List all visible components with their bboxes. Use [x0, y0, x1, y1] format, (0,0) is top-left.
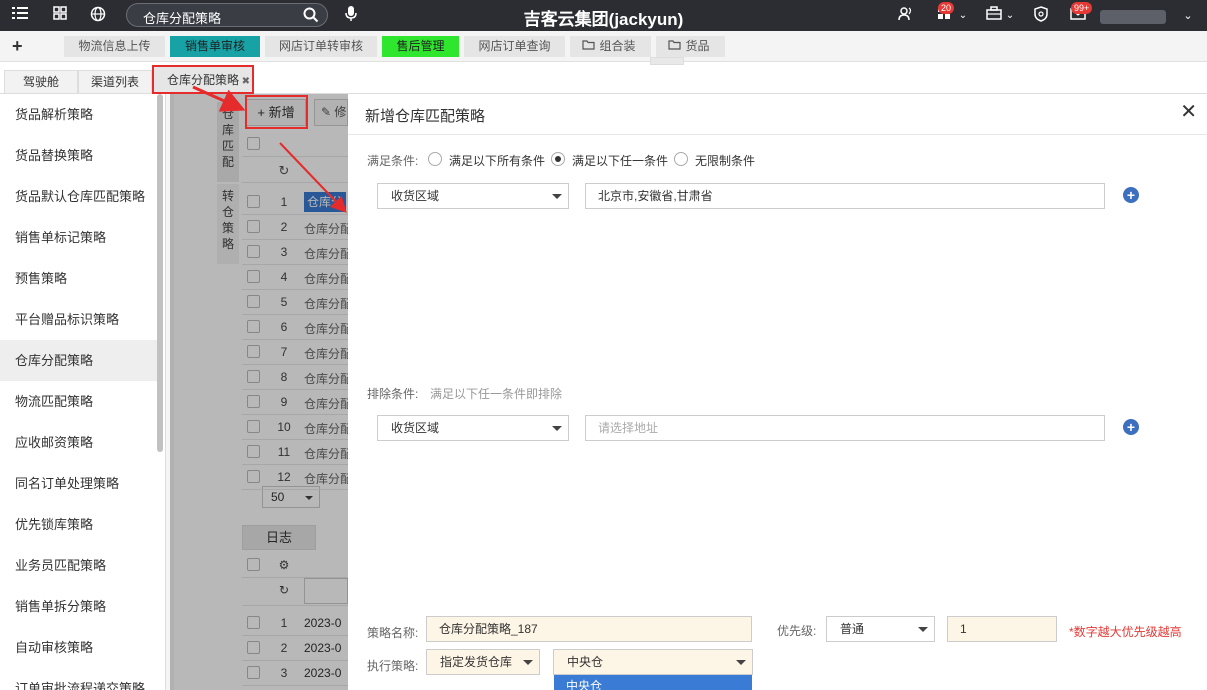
quick-tabs-bar: + 物流信息上传 销售单审核 网店订单转审核 售后管理 网店订单查询 组合装 货…	[0, 31, 1207, 62]
strategy-name-input[interactable]: 仓库分配策略_187	[426, 616, 752, 642]
collapse-quickbar-button[interactable]	[650, 57, 684, 65]
modal-backdrop	[170, 94, 348, 690]
exclude-address-input[interactable]: 请选择地址	[585, 415, 1105, 441]
users-icon[interactable]	[896, 6, 916, 26]
exclude-condition-label: 排除条件:	[367, 387, 419, 401]
priority-number-input[interactable]: 1	[947, 616, 1057, 642]
radio-no-condition-label: 无限制条件	[695, 154, 756, 168]
page-tab-warehouse-strategy[interactable]: 仓库分配策略 ✖	[152, 65, 254, 94]
sidebar-item[interactable]: 销售单拆分策略	[0, 586, 157, 627]
priority-hint: *数字越大优先级越高	[1069, 625, 1182, 639]
quick-tab-goods[interactable]: 货品	[656, 36, 725, 57]
sidebar-item[interactable]: 货品默认仓库匹配策略	[0, 176, 157, 217]
sidebar: 货品解析策略 货品替换策略 货品默认仓库匹配策略 销售单标记策略 预售策略 平台赠品标识策…	[0, 94, 166, 690]
caret-down-icon	[523, 660, 533, 665]
new-button-highlight	[245, 95, 308, 129]
radio-no-condition[interactable]	[674, 152, 688, 166]
priority-value: 普通	[840, 622, 865, 636]
quick-tab-combo[interactable]: 组合装	[570, 36, 651, 57]
quick-tab-online-order-review[interactable]: 网店订单转审核	[265, 36, 377, 57]
sidebar-item[interactable]: 平台赠品标识策略	[0, 299, 157, 340]
page-tab-channel-list[interactable]: 渠道列表	[78, 70, 152, 94]
caret-down-icon	[552, 426, 562, 431]
radio-any-condition[interactable]	[551, 152, 565, 166]
quick-tab-online-order-query[interactable]: 网店订单查询	[464, 36, 565, 57]
execute-strategy-value: 指定发货仓库	[440, 655, 513, 669]
warehouse-dropdown-option[interactable]: 中央仓	[554, 675, 752, 690]
priority-label: 优先级:	[777, 624, 817, 638]
satisfy-condition-label: 满足条件:	[367, 154, 419, 168]
radio-all-conditions[interactable]	[428, 152, 442, 166]
folder-icon	[668, 36, 681, 57]
condition-field-value: 收货区域	[391, 189, 440, 203]
strategy-name-label: 策略名称:	[367, 626, 419, 640]
close-tab-icon[interactable]: ✖	[242, 68, 250, 95]
exclude-field-select[interactable]: 收货区域	[377, 415, 569, 441]
radio-any-condition-label: 满足以下任一条件	[572, 154, 669, 168]
add-condition-icon[interactable]: +	[1123, 187, 1139, 203]
sidebar-item[interactable]: 货品替换策略	[0, 135, 157, 176]
quick-tab-logistics-upload[interactable]: 物流信息上传	[64, 36, 165, 57]
microphone-icon[interactable]	[341, 6, 361, 26]
quick-tab-goods-label: 货品	[685, 39, 710, 53]
search-icon[interactable]	[303, 7, 319, 23]
chevron-down-icon[interactable]: ⌄	[1178, 6, 1198, 26]
globe-icon[interactable]	[88, 6, 108, 26]
warehouse-select[interactable]: 中央仓	[553, 649, 753, 675]
condition-value-input[interactable]: 北京市,安徽省,甘肃省	[585, 183, 1105, 209]
close-icon[interactable]: ✕	[1180, 102, 1197, 122]
menu-icon[interactable]	[10, 6, 30, 26]
sidebar-item[interactable]: 同名订单处理策略	[0, 463, 157, 504]
radio-all-conditions-label: 满足以下所有条件	[449, 154, 546, 168]
chevron-down-icon[interactable]: ⌄	[1000, 6, 1020, 26]
sidebar-item[interactable]: 物流匹配策略	[0, 381, 157, 422]
warehouse-value: 中央仓	[567, 655, 604, 669]
priority-select[interactable]: 普通	[826, 616, 935, 642]
dialog-title: 新增仓库匹配策略	[365, 108, 486, 125]
sidebar-item[interactable]: 货品解析策略	[0, 94, 157, 135]
tasks-badge: 20	[938, 2, 955, 14]
page-tab-label: 仓库分配策略	[166, 73, 239, 87]
apps-icon[interactable]	[50, 6, 70, 26]
user-avatar[interactable]	[1100, 10, 1166, 24]
sidebar-item[interactable]: 自动审核策略	[0, 627, 157, 668]
messages-badge: 99+	[1071, 2, 1093, 14]
search-input[interactable]: 仓库分配策略	[126, 3, 328, 27]
new-strategy-dialog: 新增仓库匹配策略 ✕ 满足条件: 满足以下所有条件 满足以下任一条件 无限制条件…	[348, 94, 1207, 690]
caret-down-icon	[736, 660, 746, 665]
chevron-down-icon[interactable]: ⌄	[953, 6, 973, 26]
sidebar-item[interactable]: 预售策略	[0, 258, 157, 299]
folder-icon	[582, 36, 595, 57]
sidebar-scrollbar[interactable]	[157, 94, 163, 452]
quick-tab-combo-label: 组合装	[599, 39, 636, 53]
condition-field-select[interactable]: 收货区域	[377, 183, 569, 209]
add-tab-button[interactable]: +	[12, 36, 23, 57]
search-text: 仓库分配策略	[143, 11, 222, 26]
page-tab-cockpit[interactable]: 驾驶舱	[4, 70, 78, 94]
exclude-field-value: 收货区域	[391, 421, 440, 435]
execute-strategy-select[interactable]: 指定发货仓库	[426, 649, 540, 675]
top-bar: 仓库分配策略 吉客云集团(jackyun) 20 ⌄ ⌄ 99+ ⌄	[0, 0, 1207, 31]
sidebar-item[interactable]: 订单审批流程递交策略	[0, 668, 157, 690]
dialog-divider	[348, 134, 1207, 135]
caret-down-icon	[918, 627, 928, 632]
quick-tab-sales-review[interactable]: 销售单审核	[170, 36, 260, 57]
sidebar-item[interactable]: 仓库分配策略	[0, 340, 157, 381]
execute-strategy-label: 执行策略:	[367, 659, 419, 673]
page-tabs: 驾驶舱 渠道列表 仓库分配策略 ✖	[0, 65, 1207, 94]
sidebar-item[interactable]: 应收邮资策略	[0, 422, 157, 463]
quick-tab-after-sales[interactable]: 售后管理	[382, 36, 459, 57]
sidebar-item[interactable]: 销售单标记策略	[0, 217, 157, 258]
sidebar-item[interactable]: 优先锁库策略	[0, 504, 157, 545]
add-exclude-icon[interactable]: +	[1123, 419, 1139, 435]
exclude-condition-hint: 满足以下任一条件即排除	[430, 387, 563, 401]
caret-down-icon	[552, 194, 562, 199]
sidebar-item[interactable]: 业务员匹配策略	[0, 545, 157, 586]
shield-icon[interactable]	[1031, 6, 1051, 26]
